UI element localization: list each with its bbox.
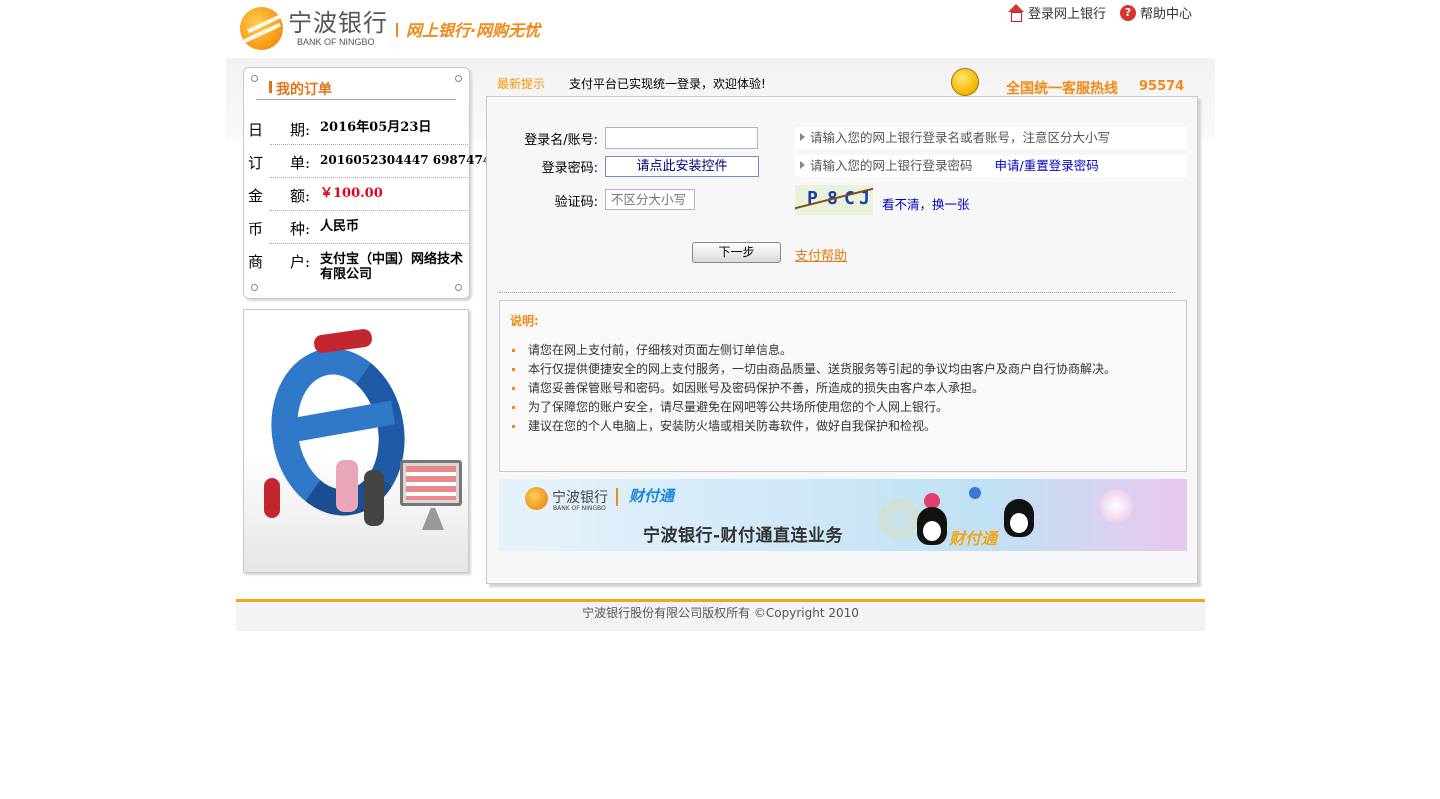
order-title: 我的订单 bbox=[269, 79, 332, 99]
banner-bank-name: 宁波银行 bbox=[552, 490, 608, 506]
password-label: 登录密码: bbox=[541, 161, 598, 176]
next-step-button[interactable]: 下一步 bbox=[692, 242, 781, 263]
order-row-currency: 币 种: 人民币 bbox=[248, 211, 468, 244]
banner-title: 宁波银行-财付通直连业务 bbox=[643, 526, 844, 546]
order-number-value: 2016052304447 6987474 bbox=[320, 153, 492, 167]
order-key: 单: bbox=[290, 154, 311, 172]
reset-password-link[interactable]: 申请/重置登录密码 bbox=[995, 158, 1099, 173]
order-merchant-value: 支付宝（中国）网络技术有限公司 bbox=[320, 252, 464, 282]
instruction-item: 请您在网上支付前，仔细核对页面左侧订单信息。 bbox=[512, 341, 1116, 360]
order-key: 日 bbox=[248, 121, 264, 139]
slogan-text: 网上银行·网购无忧 bbox=[406, 21, 541, 40]
password-hint-text: 请输入您的网上银行登录密码 bbox=[810, 158, 973, 173]
person-figure bbox=[364, 470, 384, 526]
refresh-captcha-link[interactable]: 看不清，换一张 bbox=[882, 194, 970, 213]
instructions-list: 请您在网上支付前，仔细核对页面左侧订单信息。 本行仅提供便捷安全的网上支付服务，… bbox=[512, 341, 1116, 436]
banner-partner-logo: 财付通 bbox=[629, 487, 675, 505]
help-icon: ? bbox=[1119, 4, 1136, 21]
bank-logo[interactable]: 宁波银行 BANK OF NINGBO bbox=[240, 7, 390, 51]
captcha-char: P bbox=[807, 188, 818, 209]
section-divider bbox=[499, 292, 1175, 293]
screw-icon bbox=[455, 75, 462, 82]
order-panel: 我的订单 日 期: 2016年05月23日 订 单: 2016052304447… bbox=[243, 67, 492, 299]
order-row-merchant: 商 户: 支付宝（中国）网络技术有限公司 bbox=[248, 244, 468, 290]
computer-monitor-graphic bbox=[400, 460, 462, 506]
order-key: 商 bbox=[248, 253, 264, 271]
order-title-divider bbox=[256, 99, 456, 100]
banner-divider bbox=[616, 488, 618, 506]
page-header: 宁波银行 BANK OF NINGBO 网上银行·网购无忧 登录网上银行 ? 帮… bbox=[236, 0, 1206, 58]
order-key: 额: bbox=[290, 187, 311, 205]
instruction-item: 为了保障您的账户安全，请尽量避免在网吧等公共场所使用您的个人网上银行。 bbox=[512, 398, 1116, 417]
banner-bank-name-en: BANK OF NINGBO bbox=[553, 505, 606, 512]
install-control-button[interactable]: 请点此安装控件 bbox=[605, 156, 759, 177]
order-key: 币 bbox=[248, 220, 264, 238]
hotline-label: 全国统一客服热线 bbox=[1006, 81, 1118, 97]
bank-name-en: BANK OF NINGBO bbox=[297, 37, 375, 47]
order-key: 订 bbox=[248, 154, 264, 172]
tenpay-direct-banner[interactable]: 宁波银行 BANK OF NINGBO 财付通 宁波银行-财付通直连业务 财付通 bbox=[499, 479, 1187, 551]
payment-help-link[interactable]: 支付帮助 bbox=[795, 245, 847, 264]
screw-icon bbox=[251, 75, 258, 82]
e-banking-promo-image bbox=[243, 309, 469, 573]
order-key: 期: bbox=[290, 121, 311, 139]
login-online-bank-link[interactable]: 登录网上银行 bbox=[1007, 3, 1106, 22]
captcha-input[interactable] bbox=[605, 189, 695, 210]
help-center-link[interactable]: ? 帮助中心 bbox=[1119, 3, 1192, 22]
login-online-bank-label: 登录网上银行 bbox=[1027, 7, 1106, 22]
instruction-item: 本行仅提供便捷安全的网上支付服务，一切由商品质量、送货服务等引起的争议均由客户及… bbox=[512, 360, 1116, 379]
bank-logo-mark bbox=[525, 487, 548, 510]
password-hint: 请输入您的网上银行登录密码 申请/重置登录密码 bbox=[795, 155, 1187, 177]
captcha-char: C bbox=[844, 188, 855, 209]
person-figure bbox=[313, 328, 373, 354]
notice-bar: 最新提示 支付平台已实现统一登录，欢迎体验! 全国统一客服热线 95574 bbox=[496, 68, 1196, 97]
order-row-number: 订 单: 2016052304447 6987474 bbox=[248, 145, 492, 178]
instructions-box: 说明: 请您在网上支付前，仔细核对页面左侧订单信息。 本行仅提供便捷安全的网上支… bbox=[499, 300, 1187, 472]
username-hint: 请输入您的网上银行登录名或者账号，注意区分大小写 bbox=[795, 127, 1187, 149]
person-figure bbox=[264, 478, 280, 518]
home-icon bbox=[1007, 4, 1024, 22]
slogan: 网上银行·网购无忧 bbox=[396, 17, 540, 41]
instruction-item: 请您妥善保管账号和密码。如因账号及密码保护不善，所造成的损失由客户本人承担。 bbox=[512, 379, 1116, 398]
decorative-bubble bbox=[1099, 489, 1133, 523]
monitor-stand-graphic bbox=[422, 508, 444, 530]
banner-tenpay-logo: 财付通 bbox=[949, 529, 998, 548]
help-center-label: 帮助中心 bbox=[1139, 7, 1192, 22]
person-figure bbox=[336, 460, 358, 512]
order-row-amount: 金 额: ￥100.00 bbox=[248, 178, 468, 211]
bank-name-cn: 宁波银行 bbox=[288, 9, 388, 37]
order-key: 金 bbox=[248, 187, 264, 205]
captcha-char: 8 bbox=[827, 188, 838, 209]
username-input[interactable] bbox=[605, 127, 758, 149]
order-key: 种: bbox=[290, 220, 311, 238]
instruction-item: 建议在您的个人电脑上，安装防火墙或相关防毒软件，做好自我保护和检视。 bbox=[512, 417, 1116, 436]
hotline-number: 95574 bbox=[1139, 79, 1185, 94]
penguin-mascot-icon bbox=[1004, 499, 1034, 537]
page-footer: 宁波银行股份有限公司版权所有 ©Copyright 2010 bbox=[236, 599, 1205, 631]
order-date-value: 2016年05月23日 bbox=[320, 120, 432, 135]
decorative-gem bbox=[969, 487, 981, 499]
order-currency-value: 人民币 bbox=[320, 219, 360, 234]
notice-label: 最新提示 bbox=[497, 77, 546, 91]
decorative-bubble bbox=[879, 499, 919, 539]
captcha-char: J bbox=[859, 188, 870, 209]
username-label: 登录名/账号: bbox=[524, 133, 598, 148]
penguin-mascot-icon bbox=[917, 507, 947, 545]
copyright-text: 宁波银行股份有限公司版权所有 ©Copyright 2010 bbox=[582, 606, 859, 620]
captcha-label: 验证码: bbox=[554, 195, 598, 210]
order-row-date: 日 期: 2016年05月23日 bbox=[248, 112, 468, 145]
order-amount-value: ￥100.00 bbox=[320, 186, 383, 201]
instructions-title: 说明: bbox=[510, 314, 539, 328]
order-details: 日 期: 2016年05月23日 订 单: 2016052304447 6987… bbox=[248, 112, 492, 290]
order-key: 户: bbox=[290, 253, 311, 271]
captcha-image[interactable]: P 8 C J bbox=[795, 185, 873, 215]
bank-logo-mark bbox=[240, 7, 283, 50]
customer-service-icon bbox=[951, 68, 979, 96]
top-links: 登录网上银行 ? 帮助中心 bbox=[1007, 3, 1192, 22]
notice-text: 支付平台已实现统一登录，欢迎体验! bbox=[569, 77, 766, 91]
